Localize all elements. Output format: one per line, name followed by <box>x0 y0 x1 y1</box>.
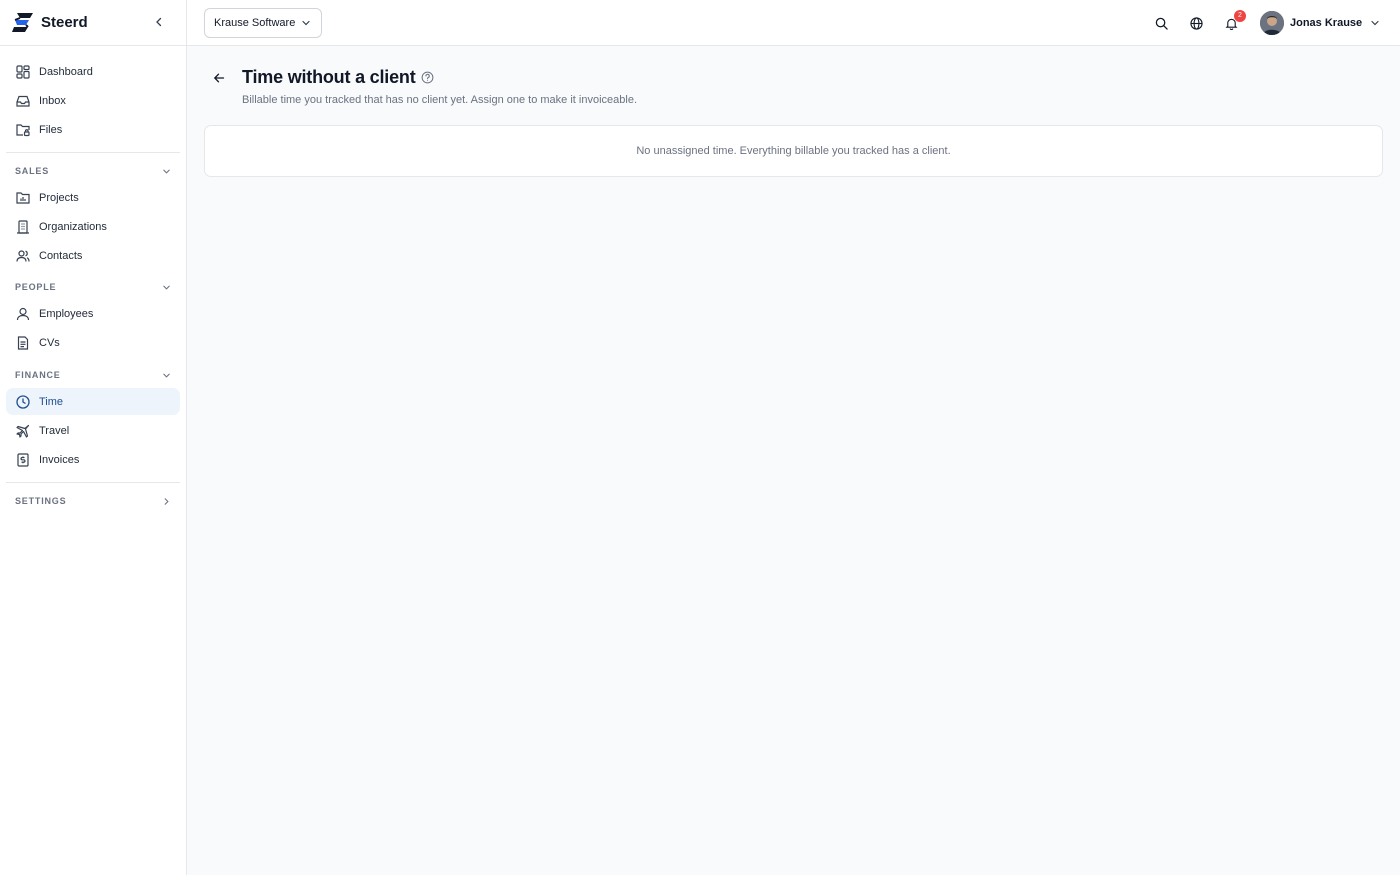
globe-icon[interactable] <box>1187 14 1205 32</box>
notification-badge: 2 <box>1234 10 1246 22</box>
back-arrow-icon[interactable] <box>211 70 227 86</box>
section-title: PEOPLE <box>15 282 57 292</box>
users-icon <box>15 248 31 264</box>
sidebar-item-label: Invoices <box>39 453 80 466</box>
sidebar-item-label: Time <box>39 395 64 408</box>
chevron-down-icon <box>301 18 311 28</box>
folder-chart-icon <box>15 190 31 206</box>
sidebar-item-projects[interactable]: Projects <box>6 184 180 211</box>
user-icon <box>15 306 31 322</box>
sidebar-item-files[interactable]: Files <box>6 116 180 143</box>
user-menu[interactable]: Jonas Krause <box>1260 11 1380 35</box>
inbox-icon <box>15 93 31 109</box>
page-subtitle: Billable time you tracked that has no cl… <box>242 94 637 106</box>
sidebar-divider <box>6 482 180 483</box>
chevron-down-icon <box>163 285 170 290</box>
sidebar-item-label: Employees <box>39 307 94 320</box>
section-title: FINANCE <box>15 370 61 380</box>
chevron-left-icon <box>156 17 162 27</box>
sidebar: Steerd Dashboard Inbox Files SALES Proje… <box>0 0 187 875</box>
collapse-sidebar-button[interactable] <box>150 13 168 31</box>
invoice-icon <box>15 452 31 468</box>
section-header-settings[interactable]: SETTINGS <box>6 491 180 511</box>
organization-switcher[interactable]: Krause Software <box>204 8 322 38</box>
sidebar-item-label: CVs <box>39 336 60 349</box>
top-bar: Krause Software 2 Jonas Krause <box>187 0 1400 46</box>
search-icon[interactable] <box>1152 14 1170 32</box>
notifications-bell-icon[interactable]: 2 <box>1222 10 1246 32</box>
chevron-down-icon <box>1370 18 1380 28</box>
brand: Steerd <box>0 0 186 46</box>
sidebar-item-invoices[interactable]: Invoices <box>6 446 180 473</box>
empty-state-message: No unassigned time. Everything billable … <box>636 145 951 157</box>
section-header-sales[interactable]: SALES <box>6 161 180 181</box>
avatar <box>1260 11 1284 35</box>
sidebar-item-organizations[interactable]: Organizations <box>6 213 180 240</box>
sidebar-item-time[interactable]: Time <box>6 388 180 415</box>
empty-state-card: No unassigned time. Everything billable … <box>204 125 1383 177</box>
sidebar-item-label: Dashboard <box>39 65 93 78</box>
sidebar-item-inbox[interactable]: Inbox <box>6 87 180 114</box>
organization-name: Krause Software <box>214 17 296 29</box>
section-header-finance[interactable]: FINANCE <box>6 365 180 385</box>
sidebar-item-label: Projects <box>39 191 79 204</box>
chevron-down-icon <box>163 373 170 378</box>
section-header-people[interactable]: PEOPLE <box>6 277 180 297</box>
user-name: Jonas Krause <box>1290 17 1363 29</box>
document-icon <box>15 335 31 351</box>
section-title: SALES <box>15 166 50 176</box>
sidebar-item-employees[interactable]: Employees <box>6 300 180 327</box>
sidebar-item-label: Travel <box>39 424 70 437</box>
clock-icon <box>15 394 31 410</box>
sidebar-item-contacts[interactable]: Contacts <box>6 242 180 269</box>
sidebar-item-cvs[interactable]: CVs <box>6 329 180 356</box>
sidebar-item-label: Files <box>39 123 63 136</box>
folder-lock-icon <box>15 122 31 138</box>
chevron-right-icon <box>164 497 169 505</box>
sidebar-item-label: Organizations <box>39 220 107 233</box>
sidebar-divider <box>6 152 180 153</box>
sidebar-item-travel[interactable]: Travel <box>6 417 180 444</box>
app-name: Steerd <box>41 14 88 31</box>
sidebar-item-label: Contacts <box>39 249 83 262</box>
steerd-logo-icon[interactable] <box>11 11 35 35</box>
sidebar-item-dashboard[interactable]: Dashboard <box>6 58 180 85</box>
section-title: SETTINGS <box>15 496 67 506</box>
chevron-down-icon <box>163 169 170 174</box>
sidebar-item-label: Inbox <box>39 94 66 107</box>
building-icon <box>15 219 31 235</box>
plane-icon <box>15 423 31 439</box>
dashboard-icon <box>15 64 31 80</box>
page-title: Time without a client <box>242 67 416 87</box>
help-circle-icon[interactable] <box>421 71 435 85</box>
